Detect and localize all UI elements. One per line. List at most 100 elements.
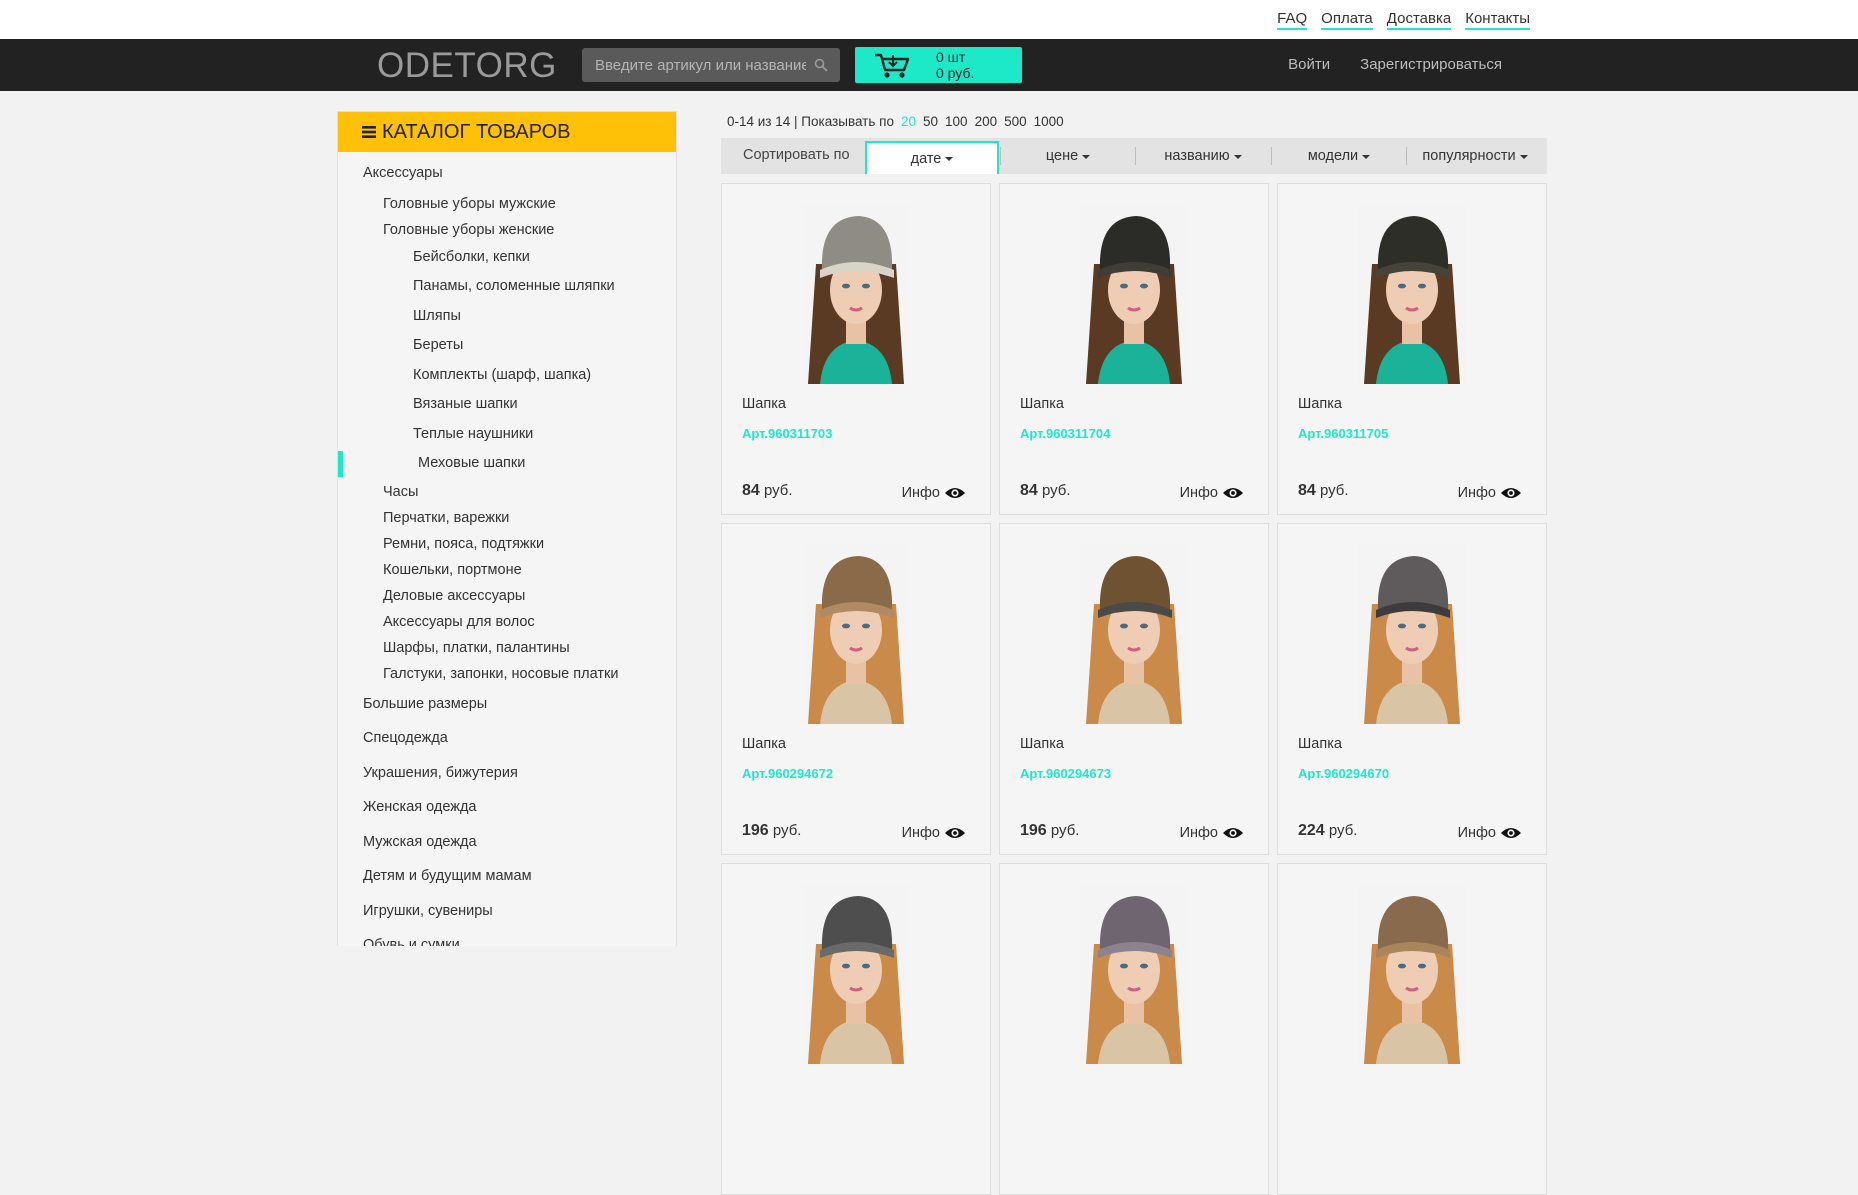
separator: [1000, 147, 1001, 165]
category-item[interactable]: Панамы, соломенные шляпки: [338, 272, 676, 302]
cart-quantity: 0 шт: [936, 49, 966, 65]
category-item[interactable]: Вязаные шапки: [338, 390, 676, 420]
category-item[interactable]: Спецодежда: [338, 721, 676, 756]
eye-icon: [1501, 828, 1521, 838]
category-item[interactable]: Перчатки, варежки: [338, 505, 676, 531]
info-button[interactable]: Инфо: [1180, 825, 1244, 841]
info-button[interactable]: Инфо: [902, 485, 966, 501]
product-photo[interactable]: [802, 204, 910, 384]
product-photo[interactable]: [1080, 204, 1188, 384]
sort-option[interactable]: названию: [1136, 138, 1270, 174]
product-article[interactable]: Арт.960311703: [742, 426, 832, 441]
product-photo[interactable]: [1358, 204, 1466, 384]
caret-down-icon: [1362, 154, 1371, 159]
eye-icon: [945, 488, 965, 498]
product-card[interactable]: Шапка Арт.960294672 196 руб. Инфо: [721, 523, 991, 855]
search-input[interactable]: [582, 48, 840, 82]
category-item[interactable]: Шарфы, платки, палантины: [338, 635, 676, 661]
product-article[interactable]: Арт.960294670: [1298, 766, 1389, 781]
category-item[interactable]: Деловые аксессуары: [338, 583, 676, 609]
info-button[interactable]: Инфо: [1458, 485, 1522, 501]
product-card[interactable]: [721, 863, 991, 1195]
page-size-option[interactable]: 200: [975, 114, 998, 129]
product-name: Шапка: [1020, 396, 1064, 412]
page-size-option[interactable]: 20: [901, 114, 916, 129]
page-size-option[interactable]: 500: [1004, 114, 1027, 129]
catalog-sidebar: КАТАЛОГ ТОВАРОВ Аксессуары Головные уборы…: [337, 111, 677, 946]
product-photo[interactable]: [1358, 544, 1466, 724]
product-card[interactable]: [999, 863, 1269, 1195]
product-article[interactable]: Арт.960294673: [1020, 766, 1111, 781]
separator: [1271, 147, 1272, 165]
cart-button[interactable]: 0 шт 0 руб.: [855, 47, 1022, 83]
category-item[interactable]: Украшения, бижутерия: [338, 756, 676, 791]
category-item[interactable]: Детям и будущим мамам: [338, 859, 676, 894]
product-card[interactable]: Шапка Арт.960294670 224 руб. Инфо: [1277, 523, 1547, 855]
page-size-option[interactable]: 50: [923, 114, 938, 129]
product-price: 196 руб.: [742, 822, 801, 840]
category-item[interactable]: Шляпы: [338, 302, 676, 332]
product-article[interactable]: Арт.960311704: [1020, 426, 1110, 441]
category-item[interactable]: Теплые наушники: [338, 420, 676, 450]
top-link-2[interactable]: Доставка: [1386, 11, 1452, 30]
sort-option-label: названию: [1164, 148, 1230, 164]
category-item[interactable]: Аксессуары: [338, 156, 676, 191]
category-item[interactable]: Бейсболки, кепки: [338, 243, 676, 273]
price-value: 84: [1020, 482, 1038, 499]
category-item[interactable]: Игрушки, сувениры: [338, 894, 676, 929]
sort-option[interactable]: цене: [1001, 138, 1135, 174]
product-card[interactable]: [1277, 863, 1547, 1195]
menu-icon: [362, 126, 376, 138]
sort-option[interactable]: дате: [865, 141, 999, 174]
category-item[interactable]: Обувь и сумки: [338, 928, 676, 946]
category-item[interactable]: Женская одежда: [338, 790, 676, 825]
price-currency: руб.: [1050, 822, 1080, 839]
category-item[interactable]: Головные уборы женские: [338, 217, 676, 243]
logo[interactable]: ODETORG: [377, 46, 557, 86]
category-item[interactable]: Мужская одежда: [338, 825, 676, 860]
category-item[interactable]: Комплекты (шарф, шапка): [338, 361, 676, 391]
product-card[interactable]: Шапка Арт.960311704 84 руб. Инфо: [999, 183, 1269, 515]
product-article[interactable]: Арт.960294672: [742, 766, 833, 781]
product-photo[interactable]: [1358, 884, 1466, 1064]
product-article[interactable]: Арт.960311705: [1298, 426, 1388, 441]
page-size-option[interactable]: 1000: [1034, 114, 1064, 129]
product-photo[interactable]: [802, 884, 910, 1064]
search-box: [582, 48, 840, 82]
info-button[interactable]: Инфо: [902, 825, 966, 841]
product-price: 84 руб.: [742, 482, 793, 500]
category-item[interactable]: Большие размеры: [338, 687, 676, 722]
separator: [1135, 147, 1136, 165]
catalog-header[interactable]: КАТАЛОГ ТОВАРОВ: [338, 112, 676, 152]
login-link[interactable]: Войти: [1288, 56, 1330, 73]
product-photo[interactable]: [1080, 544, 1188, 724]
category-item[interactable]: Часы: [338, 479, 676, 505]
info-button[interactable]: Инфо: [1458, 825, 1522, 841]
top-link-1[interactable]: Оплата: [1321, 11, 1373, 30]
info-label: Инфо: [1179, 485, 1218, 501]
category-item[interactable]: Береты: [338, 331, 676, 361]
top-links: FAQ Оплата Доставка Контакты: [1277, 11, 1530, 30]
search-icon[interactable]: [814, 58, 828, 72]
product-photo[interactable]: [802, 544, 910, 724]
register-link[interactable]: Зарегистрироваться: [1360, 56, 1502, 73]
product-card[interactable]: Шапка Арт.960311703 84 руб. Инфо: [721, 183, 991, 515]
price-value: 196: [1020, 822, 1047, 839]
category-item[interactable]: Галстуки, запонки, носовые платки: [338, 661, 676, 687]
sort-option[interactable]: популярности: [1407, 138, 1543, 174]
sort-option-label: дате: [910, 150, 942, 167]
page-size-option[interactable]: 100: [945, 114, 968, 129]
category-item[interactable]: Аксессуары для волос: [338, 609, 676, 635]
category-item[interactable]: Головные уборы мужские: [338, 191, 676, 217]
category-item[interactable]: Меховые шапки: [338, 449, 676, 479]
category-item[interactable]: Кошельки, портмоне: [338, 557, 676, 583]
info-label: Инфо: [901, 825, 940, 841]
info-button[interactable]: Инфо: [1180, 485, 1244, 501]
top-link-3[interactable]: Контакты: [1465, 11, 1530, 30]
top-link-0[interactable]: FAQ: [1277, 11, 1308, 30]
category-item[interactable]: Ремни, пояса, подтяжки: [338, 531, 676, 557]
sort-option[interactable]: модели: [1272, 138, 1406, 174]
product-card[interactable]: Шапка Арт.960311705 84 руб. Инфо: [1277, 183, 1547, 515]
product-card[interactable]: Шапка Арт.960294673 196 руб. Инфо: [999, 523, 1269, 855]
product-photo[interactable]: [1080, 884, 1188, 1064]
